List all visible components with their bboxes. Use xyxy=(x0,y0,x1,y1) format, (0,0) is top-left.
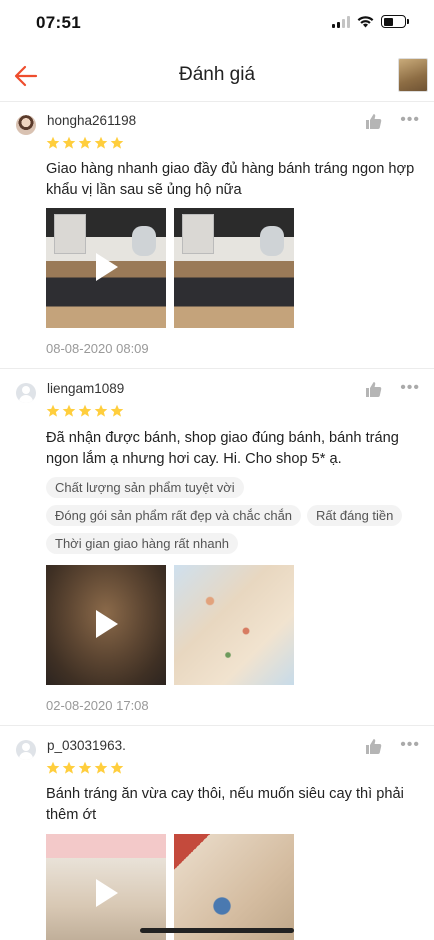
star-icon xyxy=(78,761,92,774)
product-thumbnail[interactable] xyxy=(398,58,428,92)
star-icon xyxy=(78,136,92,149)
review-tags: Chất lượng sản phẩm tuyệt vời Đóng gói s… xyxy=(46,477,426,554)
avatar[interactable] xyxy=(16,115,36,135)
star-icon xyxy=(62,404,76,417)
review-video-thumbnail[interactable] xyxy=(46,208,166,328)
rating-stars xyxy=(46,761,124,775)
more-options-icon[interactable]: ••• xyxy=(400,737,420,753)
review-item: p_03031963. ••• Bánh tráng ăn vừa cay th… xyxy=(0,725,434,940)
star-icon xyxy=(46,136,60,149)
reviewer-username[interactable]: hongha261198 xyxy=(47,113,136,128)
star-icon xyxy=(46,761,60,774)
review-photo-thumbnail[interactable] xyxy=(174,565,294,685)
battery-icon xyxy=(381,15,409,28)
play-icon xyxy=(96,879,118,907)
review-tag: Đóng gói sản phẩm rất đẹp và chắc chắn xyxy=(46,505,302,526)
play-icon xyxy=(96,253,118,281)
review-item: hongha261198 ••• Giao hàng nhanh giao đầ… xyxy=(0,101,434,367)
review-comment: Bánh tráng ăn vừa cay thôi, nếu muốn siê… xyxy=(46,786,404,823)
reviewer-username[interactable]: p_03031963. xyxy=(47,738,126,753)
avatar[interactable] xyxy=(16,383,36,403)
thumbs-up-icon[interactable] xyxy=(365,738,382,755)
star-icon xyxy=(62,136,76,149)
star-icon xyxy=(110,404,124,417)
home-indicator[interactable] xyxy=(140,928,294,933)
reviewer-username[interactable]: liengam1089 xyxy=(47,381,124,396)
review-tag: Rất đáng tiền xyxy=(307,505,403,526)
review-tag: Chất lượng sản phẩm tuyệt vời xyxy=(46,477,244,498)
review-media xyxy=(46,565,294,685)
review-media xyxy=(46,834,294,940)
star-icon xyxy=(78,404,92,417)
review-video-thumbnail[interactable] xyxy=(46,834,166,940)
rating-stars xyxy=(46,136,124,150)
review-date: 02-08-2020 17:08 xyxy=(46,698,149,713)
star-icon xyxy=(110,136,124,149)
star-icon xyxy=(94,761,108,774)
status-icons xyxy=(332,15,409,28)
star-icon xyxy=(94,404,108,417)
star-icon xyxy=(46,404,60,417)
star-icon xyxy=(110,761,124,774)
avatar[interactable] xyxy=(16,740,36,760)
review-media xyxy=(46,208,294,328)
more-options-icon[interactable]: ••• xyxy=(400,112,420,128)
review-item: liengam1089 ••• Đã nhận được bánh, shop … xyxy=(0,368,434,724)
signal-icon xyxy=(332,15,350,28)
review-photo-thumbnail[interactable] xyxy=(174,208,294,328)
status-bar: 07:51 xyxy=(0,0,434,44)
rating-stars xyxy=(46,404,124,418)
page-title: Đánh giá xyxy=(178,64,256,85)
play-icon xyxy=(96,610,118,638)
review-photo-thumbnail[interactable] xyxy=(174,834,294,940)
more-options-icon[interactable]: ••• xyxy=(400,380,420,396)
review-tag: Thời gian giao hàng rất nhanh xyxy=(46,533,239,554)
star-icon xyxy=(62,761,76,774)
review-date: 08-08-2020 08:09 xyxy=(46,341,149,356)
review-comment: Đã nhận được bánh, shop giao đúng bánh, … xyxy=(46,430,399,467)
thumbs-up-icon[interactable] xyxy=(365,113,382,130)
page-header: Đánh giá xyxy=(0,52,434,100)
wifi-icon xyxy=(357,15,374,27)
review-video-thumbnail[interactable] xyxy=(46,565,166,685)
star-icon xyxy=(94,136,108,149)
review-comment: Giao hàng nhanh giao đầy đủ hàng bánh tr… xyxy=(46,161,415,198)
thumbs-up-icon[interactable] xyxy=(365,381,382,398)
status-time: 07:51 xyxy=(36,13,81,32)
